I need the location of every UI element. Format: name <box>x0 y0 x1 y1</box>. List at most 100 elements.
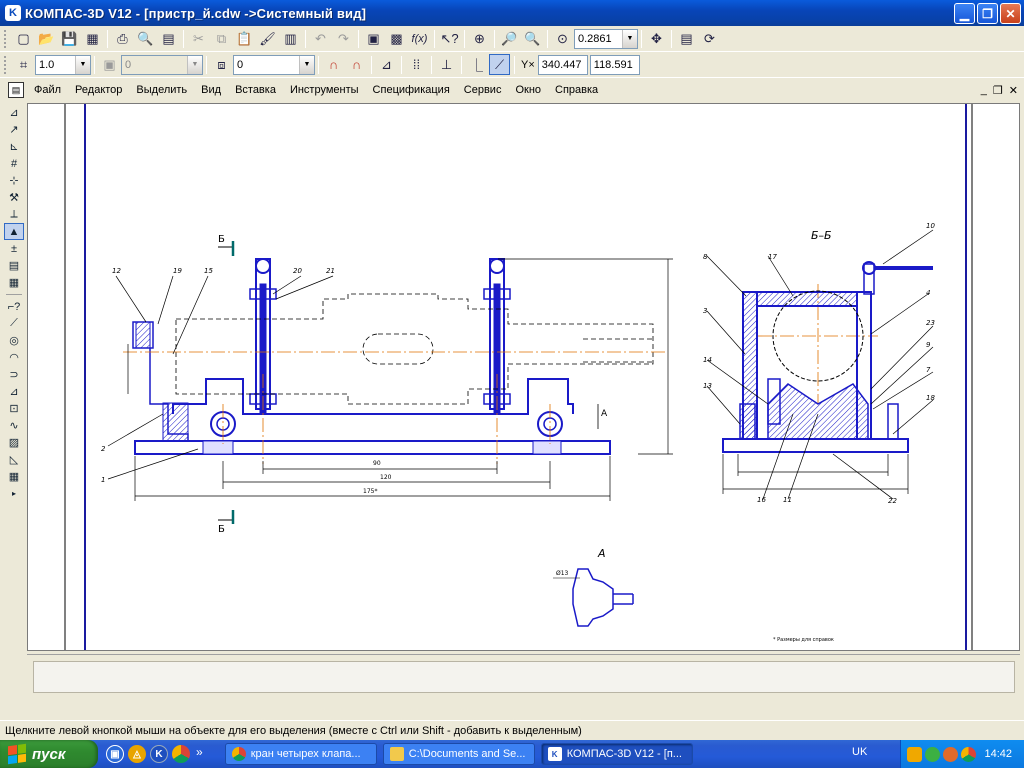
paste-icon[interactable]: 📋 <box>234 28 255 49</box>
menu-service[interactable]: Сервис <box>464 84 502 96</box>
manager-icon[interactable]: ▥ <box>280 28 301 49</box>
app-quicklaunch-icon[interactable]: ◬ <box>128 745 146 763</box>
save-all-icon[interactable]: ▦ <box>82 28 103 49</box>
chevron-down-icon[interactable]: ▼ <box>299 55 314 74</box>
spec-icon[interactable]: ▲ <box>4 223 24 240</box>
menu-editor[interactable]: Редактор <box>75 84 122 96</box>
cut-icon[interactable]: ✂ <box>188 28 209 49</box>
help-pointer-icon[interactable]: ↖? <box>439 28 460 49</box>
print-preview-icon[interactable]: 🔍 <box>135 28 156 49</box>
snap-off-icon[interactable]: ∩ <box>346 54 367 75</box>
menu-view[interactable]: Вид <box>201 84 221 96</box>
zoom-combo[interactable]: 0.2861 ▼ <box>574 28 638 49</box>
show-desktop-icon[interactable]: ▣ <box>106 745 124 763</box>
pan-icon[interactable]: ✥ <box>646 28 667 49</box>
close-button[interactable]: ✕ <box>1000 3 1021 24</box>
properties-icon[interactable]: ▤ <box>158 28 179 49</box>
tray-app-icon[interactable] <box>943 746 958 762</box>
language-indicator[interactable]: UK <box>852 746 867 758</box>
point-icon[interactable]: ⌐? <box>4 298 24 315</box>
rebuild-icon[interactable]: ▤ <box>676 28 697 49</box>
local-cs-icon[interactable]: ⊥ <box>436 54 457 75</box>
menu-file[interactable]: Файл <box>34 84 61 96</box>
polyline-icon[interactable]: ⊿ <box>4 383 24 400</box>
doc-restore-icon[interactable]: ❐ <box>993 84 1003 97</box>
copy-icon[interactable]: ⧉ <box>211 28 232 49</box>
title-bar[interactable]: K КОМПАС-3D V12 - [пристр_й.cdw ->Систем… <box>0 0 1024 26</box>
print-icon[interactable]: ⎙ <box>112 28 133 49</box>
reports-icon[interactable]: ± <box>4 240 24 257</box>
toolbar-grip[interactable] <box>4 29 8 48</box>
parametrize-icon[interactable]: ⊹ <box>4 172 24 189</box>
menu-help[interactable]: Справка <box>555 84 598 96</box>
rectangle-icon[interactable]: ⊡ <box>4 400 24 417</box>
task-explorer[interactable]: C:\Documents and Se... <box>382 743 535 765</box>
geometry-icon[interactable]: ⊿ <box>4 104 24 121</box>
minimize-button[interactable]: ▁ <box>954 3 975 24</box>
line-icon[interactable]: ⟋ <box>4 315 24 332</box>
hatch-icon[interactable]: ▨ <box>4 434 24 451</box>
variables-icon[interactable]: f(x) <box>409 28 430 49</box>
round-icon[interactable]: ⊿ <box>376 54 397 75</box>
circle-icon[interactable]: ◎ <box>4 332 24 349</box>
restore-button[interactable]: ❐ <box>977 3 998 24</box>
kompas-quicklaunch-icon[interactable]: K <box>150 745 168 763</box>
open-icon[interactable]: 📂 <box>36 28 57 49</box>
menu-tools[interactable]: Инструменты <box>290 84 359 96</box>
quicklaunch-more-icon[interactable]: » <box>196 745 203 763</box>
doc-close-icon[interactable]: ✕ <box>1009 84 1018 97</box>
edit-icon[interactable]: # <box>4 155 24 172</box>
tray-pause-icon[interactable] <box>907 746 922 762</box>
toolbar-grip[interactable] <box>4 55 8 74</box>
layer-icon[interactable]: ⧈ <box>211 54 232 75</box>
designations-icon[interactable]: ⊾ <box>4 138 24 155</box>
chevron-down-icon[interactable]: ▼ <box>622 29 637 48</box>
start-button[interactable]: пуск <box>0 740 98 768</box>
task-kompas[interactable]: K КОМПАС-3D V12 - [п... <box>540 743 693 765</box>
fragment-icon[interactable]: ▦ <box>4 274 24 291</box>
coord-x-field[interactable]: 340.447 <box>537 54 588 75</box>
step-combo[interactable]: 1.0 ▼ <box>35 54 91 75</box>
ellipse-icon[interactable]: ⊃ <box>4 366 24 383</box>
task-chrome[interactable]: кран четырех клапа... <box>224 743 377 765</box>
select-icon[interactable]: ⟂ <box>4 206 24 223</box>
library-icon[interactable]: ▩ <box>386 28 407 49</box>
tray-check-icon[interactable] <box>925 746 940 762</box>
tree-icon[interactable]: ▣ <box>363 28 384 49</box>
tray-chrome-icon[interactable] <box>961 746 976 762</box>
zoom-window-icon[interactable]: ⊕ <box>469 28 490 49</box>
dimensions-icon[interactable]: ↗ <box>4 121 24 138</box>
refresh-icon[interactable]: ⟳ <box>699 28 720 49</box>
save-icon[interactable]: 💾 <box>59 28 80 49</box>
chevron-down-icon[interactable]: ▼ <box>75 55 90 74</box>
snap-magnet-icon[interactable]: ∩ <box>323 54 344 75</box>
doc-minimize-icon[interactable]: _ <box>981 84 987 97</box>
layer-combo[interactable]: 0 ▼ <box>233 54 315 75</box>
curve-icon[interactable]: ∿ <box>4 417 24 434</box>
grid-icon[interactable]: ⁞⁞ <box>406 54 427 75</box>
chrome-quicklaunch-icon[interactable] <box>172 745 190 763</box>
parametric-icon[interactable]: ⟋ <box>489 54 510 75</box>
zoom-in-icon[interactable]: 🔎 <box>499 28 520 49</box>
arc-icon[interactable]: ◠ <box>4 349 24 366</box>
zoom-scale-icon[interactable]: ⊙ <box>552 28 573 49</box>
ortho-icon[interactable]: ⎿ <box>466 54 487 75</box>
format-copy-icon[interactable]: 🖌 <box>257 28 278 49</box>
table-icon[interactable]: ▦ <box>4 468 24 485</box>
menu-select[interactable]: Выделить <box>136 84 187 96</box>
insert-icon[interactable]: ▤ <box>4 257 24 274</box>
expand-arrow-icon[interactable]: ▸ <box>4 485 24 502</box>
drawing-canvas[interactable]: Б Б 90 120 175* 12 19 15 20 21 2 1 А Б–Б… <box>27 103 1020 651</box>
cursor-step-icon[interactable]: ⌗ <box>13 54 34 75</box>
document-icon[interactable]: ▤ <box>8 82 24 98</box>
menu-window[interactable]: Окно <box>515 84 541 96</box>
undo-icon[interactable]: ↶ <box>310 28 331 49</box>
zoom-out-icon[interactable]: 🔍 <box>522 28 543 49</box>
coord-y-field[interactable]: 118.591 <box>589 54 640 75</box>
chamfer-icon[interactable]: ◺ <box>4 451 24 468</box>
menu-specification[interactable]: Спецификация <box>373 84 450 96</box>
new-document-icon[interactable]: ▢ <box>13 28 34 49</box>
measure-icon[interactable]: ⚒ <box>4 189 24 206</box>
redo-icon[interactable]: ↷ <box>333 28 354 49</box>
menu-insert[interactable]: Вставка <box>235 84 276 96</box>
